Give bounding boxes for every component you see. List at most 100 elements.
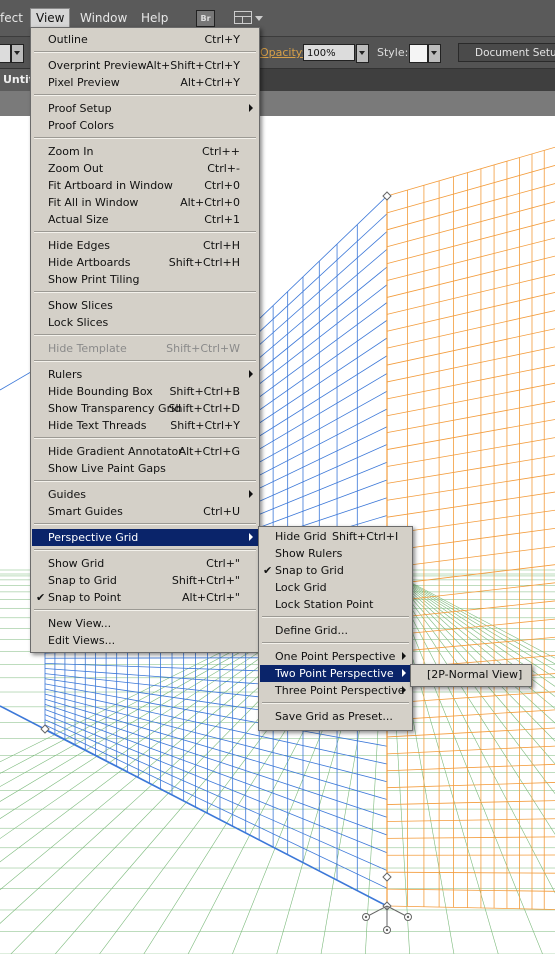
menu-item-proof-colors[interactable]: Proof Colors — [32, 117, 258, 134]
document-setup-button[interactable]: Document Setup — [458, 43, 555, 62]
menu-item-label: Overprint Preview — [48, 59, 147, 72]
style-dropdown[interactable] — [428, 44, 441, 63]
menu-item-smart-guides[interactable]: Smart Guides Ctrl+U — [32, 503, 258, 520]
menu-item-label: Hide Edges — [48, 239, 110, 252]
menu-item-new-view[interactable]: New View... — [32, 615, 258, 632]
ground-level-handle[interactable] — [382, 872, 392, 882]
menu-item-fit-artboard-in-window[interactable]: Fit Artboard in Window Ctrl+0 — [32, 177, 258, 194]
menu-item-label: Hide Text Threads — [48, 419, 147, 432]
checkmark-icon: ✔ — [36, 591, 46, 604]
menu-item-label: [2P-Normal View] — [427, 668, 523, 681]
menu-item-show-print-tiling[interactable]: Show Print Tiling — [32, 271, 258, 288]
menu-item-label: Actual Size — [48, 213, 109, 226]
menu-item-show-live-paint-gaps[interactable]: Show Live Paint Gaps — [32, 460, 258, 477]
grid-line — [386, 800, 555, 805]
menu-separator — [34, 231, 256, 233]
menu-item-snap-to-point[interactable]: ✔ Snap to Point Alt+Ctrl+" — [32, 589, 258, 606]
menu-item-shortcut: Shift+Ctrl+" — [171, 574, 240, 587]
menu-item-snap-to-grid[interactable]: ✔ Snap to Grid — [260, 562, 411, 579]
menu-item-zoom-out[interactable]: Zoom Out Ctrl+- — [32, 160, 258, 177]
menu-separator — [34, 291, 256, 293]
menu-item-label: Lock Slices — [48, 316, 109, 329]
menu-item-guides[interactable]: Guides — [32, 486, 258, 503]
menu-window[interactable]: Window — [80, 11, 127, 25]
menu-item-shortcut: Shift+Ctrl+H — [168, 256, 240, 269]
grid-line — [386, 183, 555, 231]
menu-item-define-grid[interactable]: Define Grid... — [260, 622, 411, 639]
menu-item-hide-text-threads[interactable]: Hide Text Threads Shift+Ctrl+Y — [32, 417, 258, 434]
fill-dropdown[interactable] — [11, 44, 24, 63]
menu-item-save-grid-as-preset[interactable]: Save Grid as Preset... — [260, 708, 411, 725]
style-swatch[interactable] — [409, 44, 428, 63]
menu-item-proof-setup[interactable]: Proof Setup — [32, 100, 258, 117]
menu-item-snap-to-grid[interactable]: Snap to Grid Shift+Ctrl+" — [32, 572, 258, 589]
opacity-input[interactable]: 100% — [303, 44, 355, 61]
menu-separator — [34, 360, 256, 362]
bridge-icon[interactable]: Br — [196, 10, 215, 27]
menu-item-2p-normal-view[interactable]: [2P-Normal View] — [412, 666, 530, 683]
grid-line — [386, 400, 555, 434]
menu-item-hide-bounding-box[interactable]: Hide Bounding Box Shift+Ctrl+B — [32, 383, 258, 400]
grid-line — [386, 382, 555, 417]
menu-item-edit-views[interactable]: Edit Views... — [32, 632, 258, 649]
menu-item-actual-size[interactable]: Actual Size Ctrl+1 — [32, 211, 258, 228]
menu-item-lock-station-point[interactable]: Lock Station Point — [260, 596, 411, 613]
grid-line — [386, 146, 555, 197]
opacity-label[interactable]: Opacity: — [260, 46, 305, 59]
grid-line — [386, 888, 555, 892]
menu-item-label: Smart Guides — [48, 505, 123, 518]
submenu-arrow-icon — [249, 533, 253, 541]
grid-line — [386, 201, 555, 248]
chevron-down-icon — [431, 51, 437, 55]
menu-item-shortcut: Alt+Ctrl+Y — [180, 76, 240, 89]
menu-item-lock-grid[interactable]: Lock Grid — [260, 579, 411, 596]
menu-item-hide-gradient-annotator[interactable]: Hide Gradient Annotator Alt+Ctrl+G — [32, 443, 258, 460]
menu-item-label: Three Point Perspective — [275, 684, 405, 697]
menu-item-show-rulers[interactable]: Show Rulers — [260, 545, 411, 562]
chevron-down-icon — [359, 51, 365, 55]
grid-line — [386, 491, 555, 518]
menu-item-shortcut: Ctrl+" — [206, 557, 240, 570]
menu-item-lock-slices[interactable]: Lock Slices — [32, 314, 258, 331]
menu-item-shortcut: Alt+Ctrl+" — [182, 591, 240, 604]
menu-item-outline[interactable]: Outline Ctrl+Y — [32, 31, 258, 48]
menu-view[interactable]: View — [30, 8, 71, 28]
grid-line — [386, 763, 555, 772]
menu-item-three-point-perspective[interactable]: Three Point Perspective — [260, 682, 411, 699]
menu-item-label: Zoom In — [48, 145, 94, 158]
menu-item-label: Hide Artboards — [48, 256, 131, 269]
menu-item-label: Two Point Perspective — [275, 667, 394, 680]
arrange-documents-icon[interactable] — [234, 11, 252, 24]
fill-swatch[interactable] — [0, 44, 11, 63]
menu-item-hide-grid[interactable]: Hide Grid Shift+Ctrl+I — [260, 528, 411, 545]
menu-item-show-slices[interactable]: Show Slices — [32, 297, 258, 314]
menu-item-label: Fit Artboard in Window — [48, 179, 173, 192]
menu-item-one-point-perspective[interactable]: One Point Perspective — [260, 648, 411, 665]
menu-item-two-point-perspective[interactable]: Two Point Perspective — [260, 665, 411, 682]
menu-item-show-grid[interactable]: Show Grid Ctrl+" — [32, 555, 258, 572]
menu-item-zoom-in[interactable]: Zoom In Ctrl++ — [32, 143, 258, 160]
submenu-arrow-icon — [402, 669, 406, 677]
menu-item-label: Hide Bounding Box — [48, 385, 153, 398]
menu-item-pixel-preview[interactable]: Pixel Preview Alt+Ctrl+Y — [32, 74, 258, 91]
menu-item-label: Snap to Point — [48, 591, 122, 604]
menu-help[interactable]: Help — [141, 11, 168, 25]
menu-item-hide-edges[interactable]: Hide Edges Ctrl+H — [32, 237, 258, 254]
two-point-perspective-submenu: [2P-Normal View] — [410, 664, 532, 687]
menu-item-rulers[interactable]: Rulers — [32, 366, 258, 383]
menu-effect[interactable]: fect — [0, 11, 23, 25]
menu-item-fit-all-in-window[interactable]: Fit All in Window Alt+Ctrl+0 — [32, 194, 258, 211]
menu-item-shortcut: Ctrl+1 — [204, 213, 240, 226]
menu-separator — [34, 334, 256, 336]
menu-item-label: Show Transparency Grid — [48, 402, 182, 415]
menu-item-shortcut: Alt+Ctrl+0 — [180, 196, 240, 209]
opacity-dropdown[interactable] — [356, 44, 369, 63]
grid-line — [386, 745, 555, 755]
menu-item-show-transparency-grid[interactable]: Show Transparency Grid Shift+Ctrl+D — [32, 400, 258, 417]
menu-item-perspective-grid[interactable]: Perspective Grid — [32, 529, 258, 546]
chevron-down-icon[interactable] — [255, 16, 263, 21]
menu-item-label: Show Print Tiling — [48, 273, 140, 286]
menu-item-shortcut: Alt+Ctrl+G — [178, 445, 240, 458]
menu-item-overprint-preview[interactable]: Overprint Preview Alt+Shift+Ctrl+Y — [32, 57, 258, 74]
menu-item-hide-artboards[interactable]: Hide Artboards Shift+Ctrl+H — [32, 254, 258, 271]
